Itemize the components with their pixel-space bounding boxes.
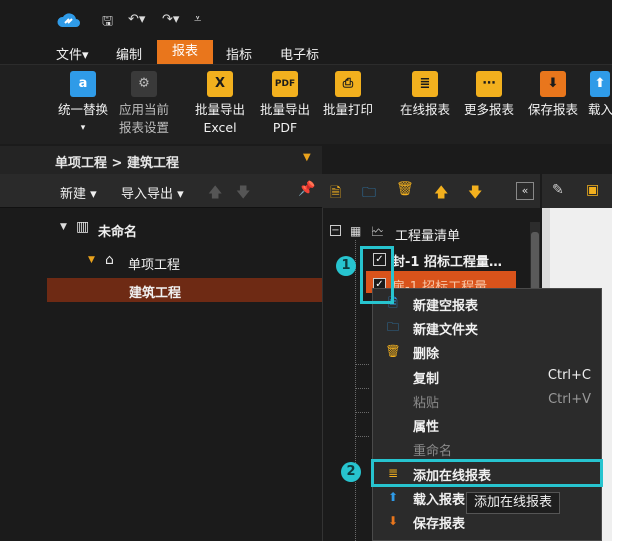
chevron-down-icon[interactable]: ▼: [303, 152, 311, 163]
title-bar: 🖫 ↶▾ ↷▾ ⩡: [0, 0, 612, 40]
trash-icon: 🗑: [385, 344, 401, 358]
window-edge: [612, 0, 640, 541]
tree-item-selected[interactable]: [47, 278, 322, 302]
new-report-icon[interactable]: 🗎: [330, 182, 341, 206]
pin-icon[interactable]: 📌: [298, 181, 315, 197]
menu-file[interactable]: 文件▾: [56, 44, 89, 63]
collapse-icon[interactable]: −: [330, 225, 341, 236]
redo-icon[interactable]: ↷▾: [162, 12, 179, 27]
batch-export-excel-button[interactable]: X 批量导出 Excel: [192, 69, 248, 137]
batch-print-button[interactable]: ⎙ 批量打印: [320, 69, 376, 119]
menu-electronic[interactable]: 电子标: [280, 44, 319, 63]
collapse-panel-icon[interactable]: «: [516, 182, 534, 200]
top-right-empty: [322, 146, 612, 174]
menu-copy[interactable]: 复制: [413, 368, 439, 387]
load-report-icon: ⬆: [590, 71, 610, 97]
ribbon: a 统一替换 ▾ ⚙ 应用当前 报表设置 X 批量导出 Excel PDF 批量…: [0, 64, 612, 144]
building-icon: ▥: [76, 219, 90, 235]
tree-guide-line: [355, 364, 369, 365]
expand-icon[interactable]: ▼: [88, 255, 95, 265]
report-toolbar: 🗎 🗀 🗑 🡅 🡇 «: [322, 174, 540, 208]
replace-icon: a: [70, 71, 96, 97]
customize-arrow-icon[interactable]: ⩡: [194, 12, 201, 27]
menu-new-blank-report[interactable]: 新建空报表: [413, 295, 478, 314]
preview-icon[interactable]: ▣: [586, 182, 599, 198]
arrow-up-icon[interactable]: 🡅: [208, 182, 222, 206]
callout-highlight-1: [360, 246, 394, 304]
expand-icon[interactable]: ▼: [60, 222, 67, 232]
arrow-up-icon[interactable]: 🡅: [434, 182, 448, 206]
printer-icon: ⎙: [335, 71, 361, 97]
online-report-icon: ≣: [412, 71, 438, 97]
load-report-icon: ⬆: [387, 490, 399, 504]
callout-highlight-2: [371, 459, 603, 487]
arrow-down-icon[interactable]: 🡇: [236, 182, 250, 206]
load-report-button[interactable]: ⬆ 载入: [588, 69, 612, 119]
breadcrumb[interactable]: 单项工程 > 建筑工程 ▼: [47, 146, 322, 174]
breadcrumb-left-pad: [0, 146, 47, 174]
excel-export-icon: X: [207, 71, 233, 97]
pdf-export-icon: PDF: [272, 71, 298, 97]
arrow-down-icon[interactable]: 🡇: [468, 182, 482, 206]
paste-shortcut: Ctrl+V: [548, 392, 591, 407]
grid-icon: ▦: [350, 224, 362, 238]
save-report-button[interactable]: ⬇ 保存报表: [524, 69, 582, 119]
tree-item-cover[interactable]: 封-1 招标工程量…: [392, 251, 502, 270]
more-reports-icon: ⋯: [476, 71, 502, 97]
tree-item-single-project[interactable]: 单项工程: [128, 254, 180, 273]
preview-toolbar: ✎ ▣: [542, 174, 612, 208]
menu-rename[interactable]: 重命名: [413, 440, 452, 459]
apply-settings-icon: ⚙: [131, 71, 157, 97]
menu-index[interactable]: 指标: [226, 44, 252, 63]
menu-properties[interactable]: 属性: [413, 416, 439, 435]
menu-edit[interactable]: 编制: [116, 44, 142, 63]
replace-all-button[interactable]: a 统一替换 ▾: [54, 69, 112, 137]
tree-guide-line: [355, 412, 369, 413]
menu-save-report[interactable]: 保存报表: [413, 513, 465, 532]
new-folder-icon[interactable]: 🗀: [362, 182, 376, 206]
report-folder-icon: 🗠: [371, 225, 385, 240]
tree-item-bill-of-quantities[interactable]: 工程量清单: [395, 225, 460, 244]
tree-item-building-project[interactable]: 建筑工程: [129, 282, 181, 301]
chevron-down-icon: ▾: [80, 123, 86, 133]
save-report-icon: ⬇: [387, 514, 399, 528]
home-icon: ⌂: [105, 252, 114, 268]
menu-paste[interactable]: 粘贴: [413, 392, 439, 411]
tree-guide-line: [355, 240, 356, 541]
undo-icon[interactable]: ↶▾: [128, 12, 145, 27]
copy-shortcut: Ctrl+C: [547, 368, 591, 383]
import-export-dropdown[interactable]: 导入导出 ▾: [121, 183, 184, 202]
edit-icon[interactable]: ✎: [552, 182, 564, 198]
left-toolbar: 新建 ▾ 导入导出 ▾ 🡅 🡇 📌: [0, 174, 322, 208]
save-icon[interactable]: 🖫: [102, 12, 113, 34]
new-dropdown[interactable]: 新建 ▾: [60, 183, 97, 202]
save-report-icon: ⬇: [540, 71, 566, 97]
menu-delete[interactable]: 删除: [413, 343, 439, 362]
callout-badge-1: 1: [336, 256, 356, 276]
callout-badge-2: 2: [341, 462, 361, 482]
new-folder-icon: 🗀: [386, 320, 399, 334]
menu-new-folder[interactable]: 新建文件夹: [413, 319, 478, 338]
tree-guide-line: [355, 436, 369, 437]
batch-export-pdf-button[interactable]: PDF 批量导出 PDF: [256, 69, 314, 137]
menu-load-report[interactable]: 载入报表: [413, 489, 465, 508]
tree-root-unnamed[interactable]: 未命名: [98, 221, 137, 240]
cloud-link-icon[interactable]: [56, 12, 82, 30]
menu-bar: 文件▾ 编制 报表 指标 电子标: [0, 40, 612, 64]
more-reports-button[interactable]: ⋯ 更多报表: [460, 69, 518, 119]
tooltip: 添加在线报表: [466, 492, 560, 514]
online-report-button[interactable]: ≣ 在线报表: [396, 69, 454, 119]
apply-current-settings-button[interactable]: ⚙ 应用当前 报表设置: [114, 69, 174, 137]
tree-guide-line: [355, 388, 369, 389]
menu-report[interactable]: 报表: [157, 40, 213, 64]
trash-icon[interactable]: 🗑: [396, 181, 414, 197]
